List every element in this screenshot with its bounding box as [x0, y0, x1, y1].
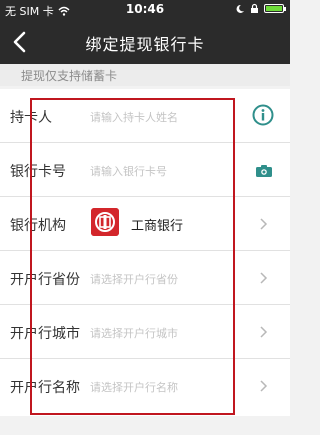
chevron-right-icon — [260, 326, 268, 338]
holder-label: 持卡人 — [10, 110, 52, 126]
info-icon[interactable] — [252, 104, 274, 126]
province-label: 开户行省份 — [10, 272, 80, 288]
card-number-placeholder: 请输入银行卡号 — [90, 165, 167, 178]
province-row[interactable]: 开户行省份 请选择开户行省份 — [0, 251, 290, 305]
holder-row: 持卡人 请输入持卡人姓名 — [0, 89, 290, 143]
city-row[interactable]: 开户行城市 请选择开户行城市 — [0, 305, 290, 359]
savings-card-hint: 提现仅支持储蓄卡 — [0, 64, 290, 86]
province-placeholder: 请选择开户行省份 — [90, 273, 178, 286]
institution-label: 银行机构 — [10, 218, 66, 234]
branch-row[interactable]: 开户行名称 请选择开户行名称 — [0, 359, 290, 416]
city-label: 开户行城市 — [10, 326, 80, 342]
institution-row[interactable]: 银行机构 工商银行 — [0, 197, 290, 251]
battery-icon — [264, 4, 286, 13]
card-number-label: 银行卡号 — [10, 164, 66, 180]
bank-card-form: 持卡人 请输入持卡人姓名 银行卡号 请输入银行卡号 银行机构 工商银行 开户行省… — [0, 89, 290, 416]
lock-rotation-icon — [251, 3, 258, 13]
status-bar: 无 SIM 卡 10:46 — [0, 0, 290, 20]
institution-value: 工商银行 — [131, 219, 184, 234]
holder-placeholder: 请输入持卡人姓名 — [90, 111, 178, 124]
moon-icon — [236, 4, 244, 13]
card-number-row: 银行卡号 请输入银行卡号 — [0, 143, 290, 197]
chevron-right-icon — [260, 218, 268, 230]
page-title: 绑定提现银行卡 — [85, 35, 205, 54]
icbc-logo — [91, 208, 119, 236]
camera-icon[interactable] — [256, 165, 272, 177]
status-right — [235, 3, 286, 14]
branch-placeholder: 请选择开户行名称 — [90, 381, 178, 394]
chevron-right-icon — [260, 272, 268, 284]
top-bar: 无 SIM 卡 10:46 绑定提现银行卡 — [0, 0, 290, 64]
nav-bar: 绑定提现银行卡 — [0, 20, 290, 64]
hint-text: 提现仅支持储蓄卡 — [21, 69, 118, 83]
chevron-right-icon — [260, 380, 268, 392]
branch-label: 开户行名称 — [10, 380, 80, 396]
city-placeholder: 请选择开户行城市 — [90, 327, 178, 340]
